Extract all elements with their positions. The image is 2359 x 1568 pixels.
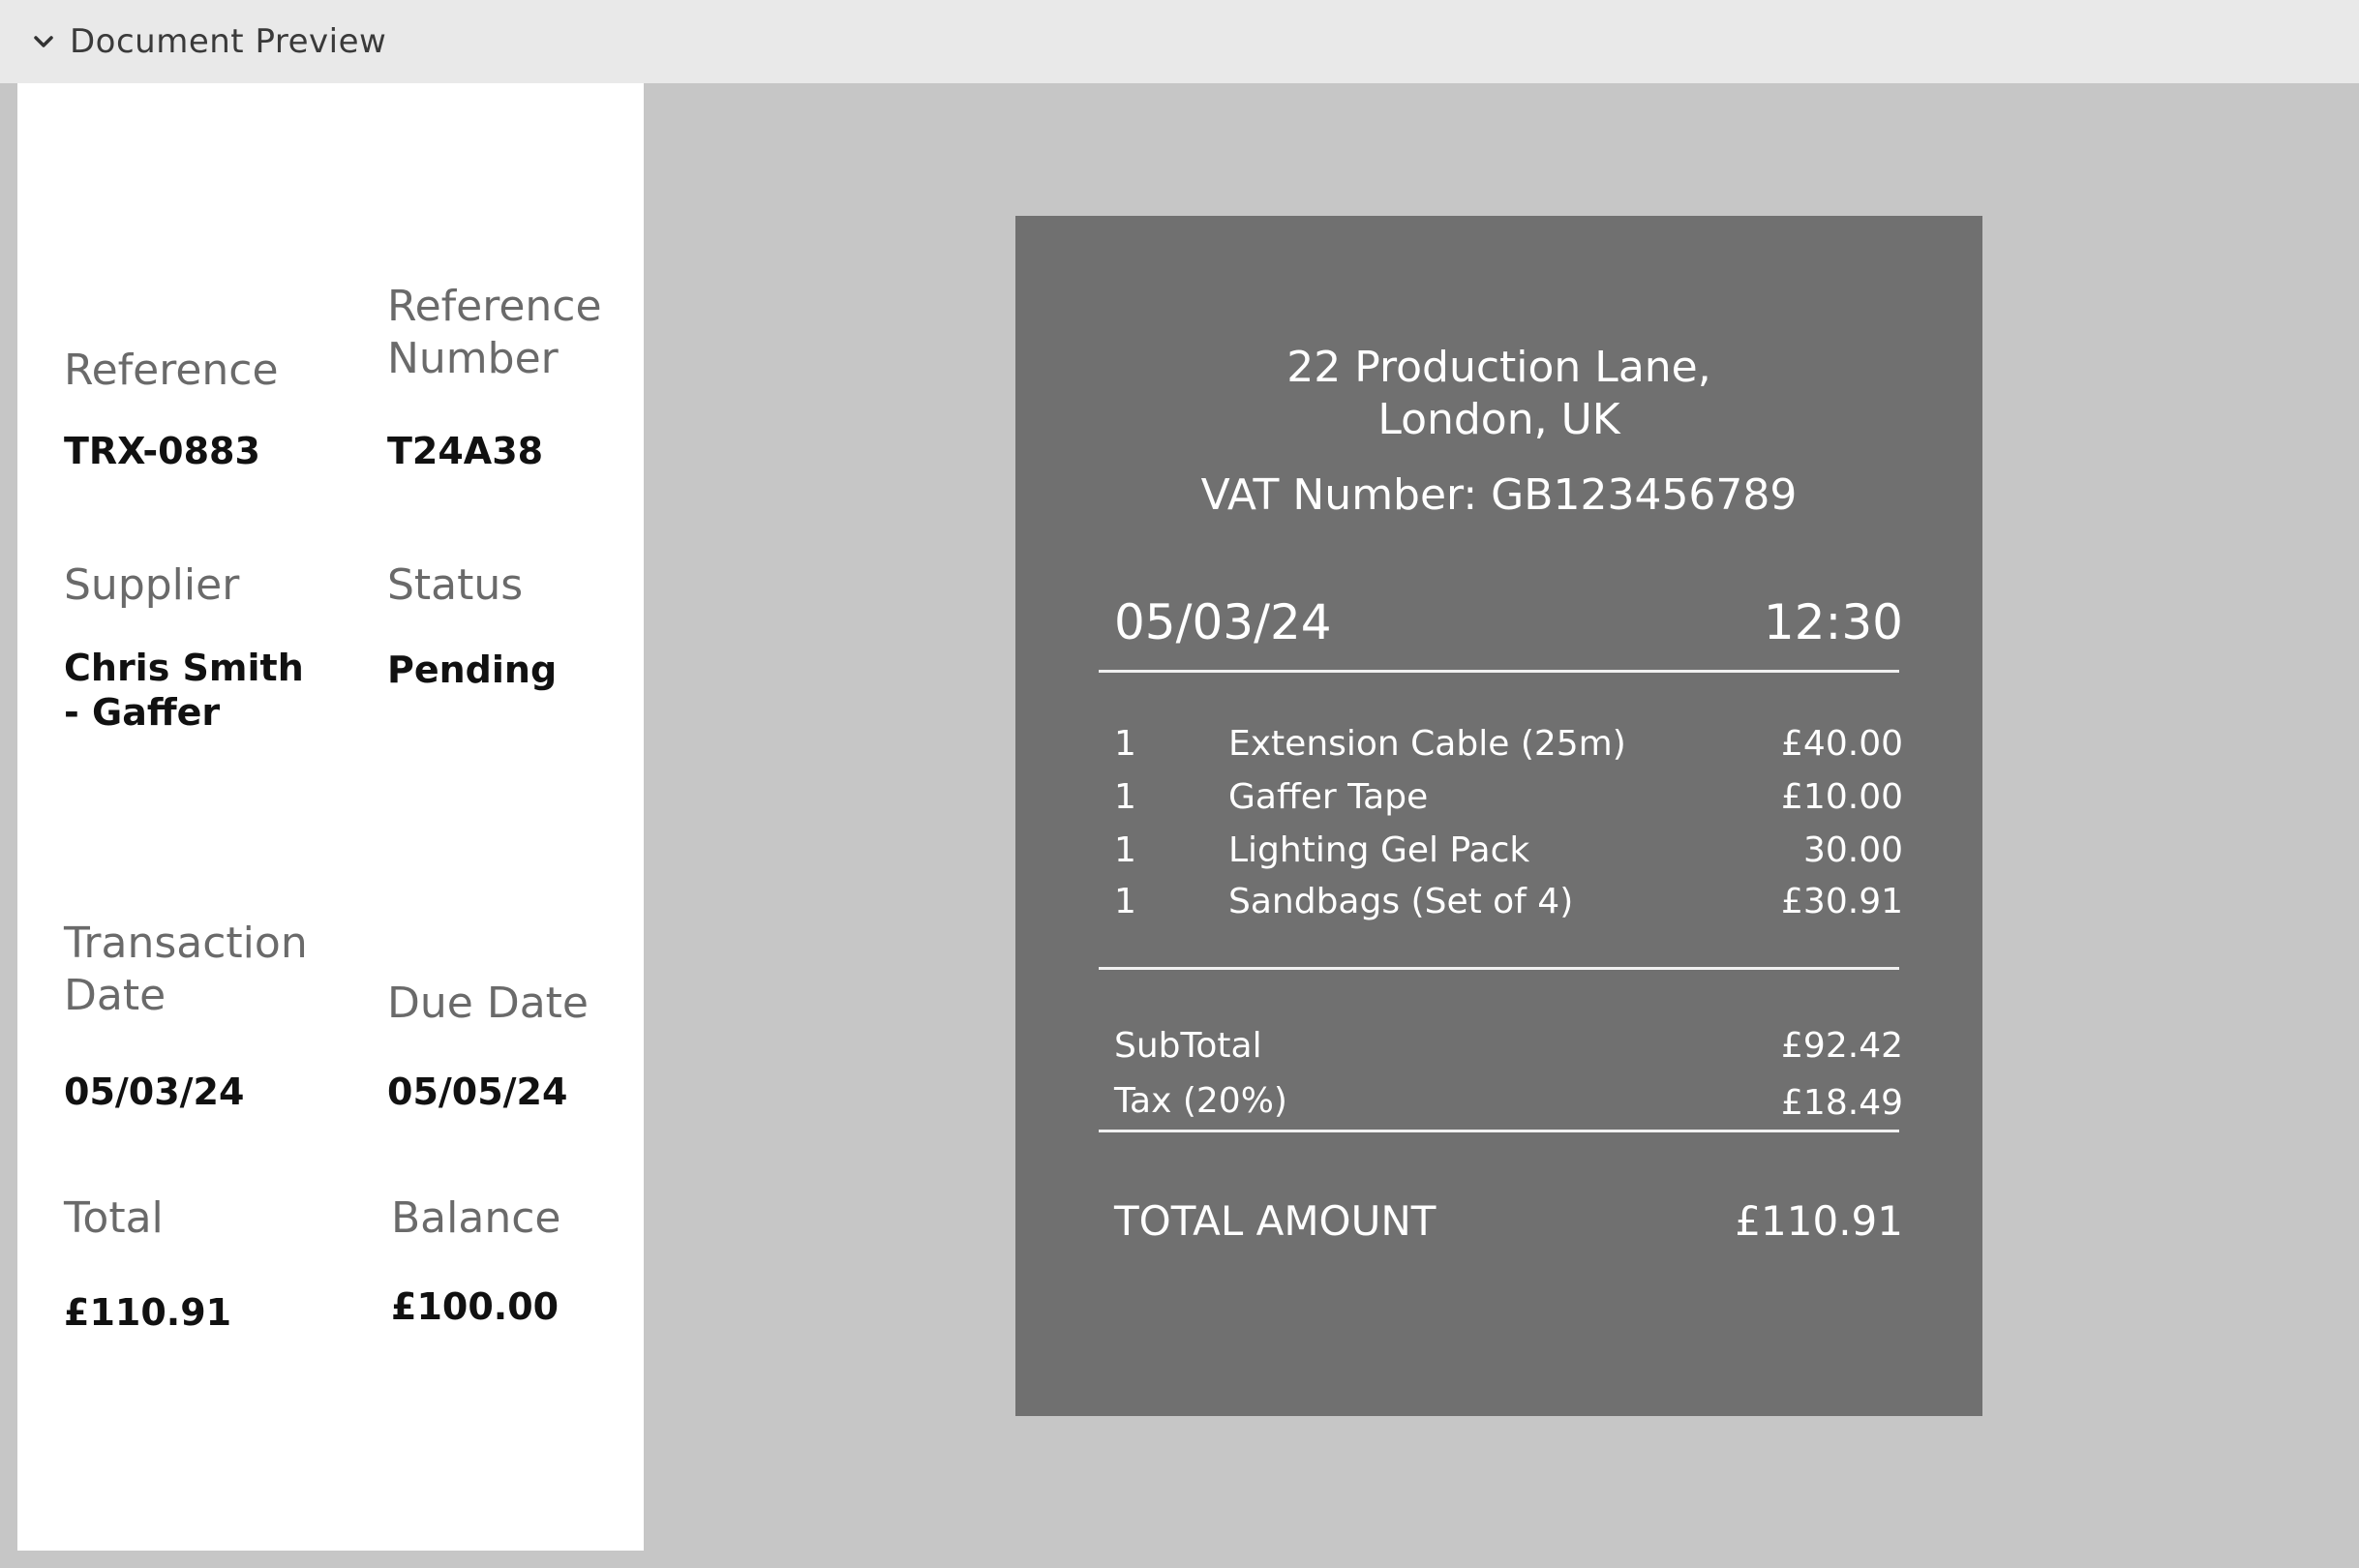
tax-amount: £18.49 bbox=[1781, 1083, 1903, 1123]
line-item-desc: Gaffer Tape bbox=[1228, 777, 1429, 817]
document-details-panel: Reference TRX-0883 Reference Number T24A… bbox=[17, 83, 644, 1551]
transaction-date-value: 05/03/24 bbox=[64, 1070, 245, 1113]
line-item-desc: Lighting Gel Pack bbox=[1228, 830, 1530, 870]
receipt-tax-row: Tax (20%) £18.49 bbox=[1114, 1080, 1903, 1123]
tax-label: Tax (20%) bbox=[1114, 1081, 1287, 1121]
receipt-total-row: TOTAL AMOUNT £110.91 bbox=[1114, 1197, 1903, 1246]
reference-number-label-line2: Number bbox=[387, 334, 559, 383]
reference-number-value: T24A38 bbox=[387, 430, 544, 472]
line-item-desc: Extension Cable (25m) bbox=[1228, 724, 1626, 764]
line-item-desc: Sandbags (Set of 4) bbox=[1228, 882, 1574, 921]
reference-label: Reference bbox=[64, 346, 279, 395]
line-item-price: 30.00 bbox=[1802, 830, 1903, 870]
supplier-value-line2: - Gaffer bbox=[64, 691, 221, 734]
receipt-preview: 22 Production Lane, London, UK VAT Numbe… bbox=[1015, 216, 1982, 1416]
receipt-address-line1: 22 Production Lane, bbox=[1286, 343, 1711, 392]
receipt-divider bbox=[1099, 967, 1899, 970]
line-item-qty: 1 bbox=[1114, 777, 1136, 817]
reference-value: TRX-0883 bbox=[64, 430, 260, 472]
receipt-date: 05/03/24 bbox=[1114, 594, 1332, 650]
subtotal-label: SubTotal bbox=[1114, 1026, 1262, 1066]
reference-number-label-line1: Reference bbox=[387, 282, 602, 331]
due-date-label: Due Date bbox=[387, 979, 589, 1028]
receipt-time: 12:30 bbox=[1763, 594, 1903, 650]
total-amount-value: £110.91 bbox=[1735, 1197, 1903, 1245]
balance-value: £100.00 bbox=[391, 1285, 560, 1328]
receipt-address-line2: London, UK bbox=[1377, 395, 1620, 444]
due-date-value: 05/05/24 bbox=[387, 1070, 568, 1113]
supplier-value-line1: Chris Smith bbox=[64, 647, 304, 689]
line-item-qty: 1 bbox=[1114, 830, 1136, 870]
subtotal-amount: £92.42 bbox=[1781, 1026, 1903, 1066]
total-value: £110.91 bbox=[64, 1291, 232, 1334]
total-amount-label: TOTAL AMOUNT bbox=[1114, 1197, 1437, 1245]
status-label: Status bbox=[387, 560, 524, 610]
receipt-divider bbox=[1099, 670, 1899, 673]
receipt-subtotal-row: SubTotal £92.42 bbox=[1114, 1025, 1903, 1068]
balance-label: Balance bbox=[391, 1193, 561, 1243]
line-item-price: £10.00 bbox=[1781, 777, 1903, 817]
line-item-price: £40.00 bbox=[1781, 724, 1903, 764]
status-value: Pending bbox=[387, 648, 558, 691]
transaction-date-label-line1: Transaction bbox=[64, 919, 308, 968]
supplier-label: Supplier bbox=[64, 560, 240, 610]
preview-title: Document Preview bbox=[70, 22, 387, 61]
chevron-down-icon[interactable] bbox=[29, 27, 58, 56]
preview-header[interactable]: Document Preview bbox=[0, 0, 2359, 83]
line-item-price: £30.91 bbox=[1781, 882, 1903, 921]
total-label: Total bbox=[64, 1193, 164, 1243]
line-item-qty: 1 bbox=[1114, 724, 1136, 764]
receipt-vat-number: VAT Number: GB123456789 bbox=[1200, 470, 1798, 520]
line-item-qty: 1 bbox=[1114, 882, 1136, 921]
transaction-date-label-line2: Date bbox=[64, 971, 166, 1020]
receipt-divider bbox=[1099, 1130, 1899, 1132]
